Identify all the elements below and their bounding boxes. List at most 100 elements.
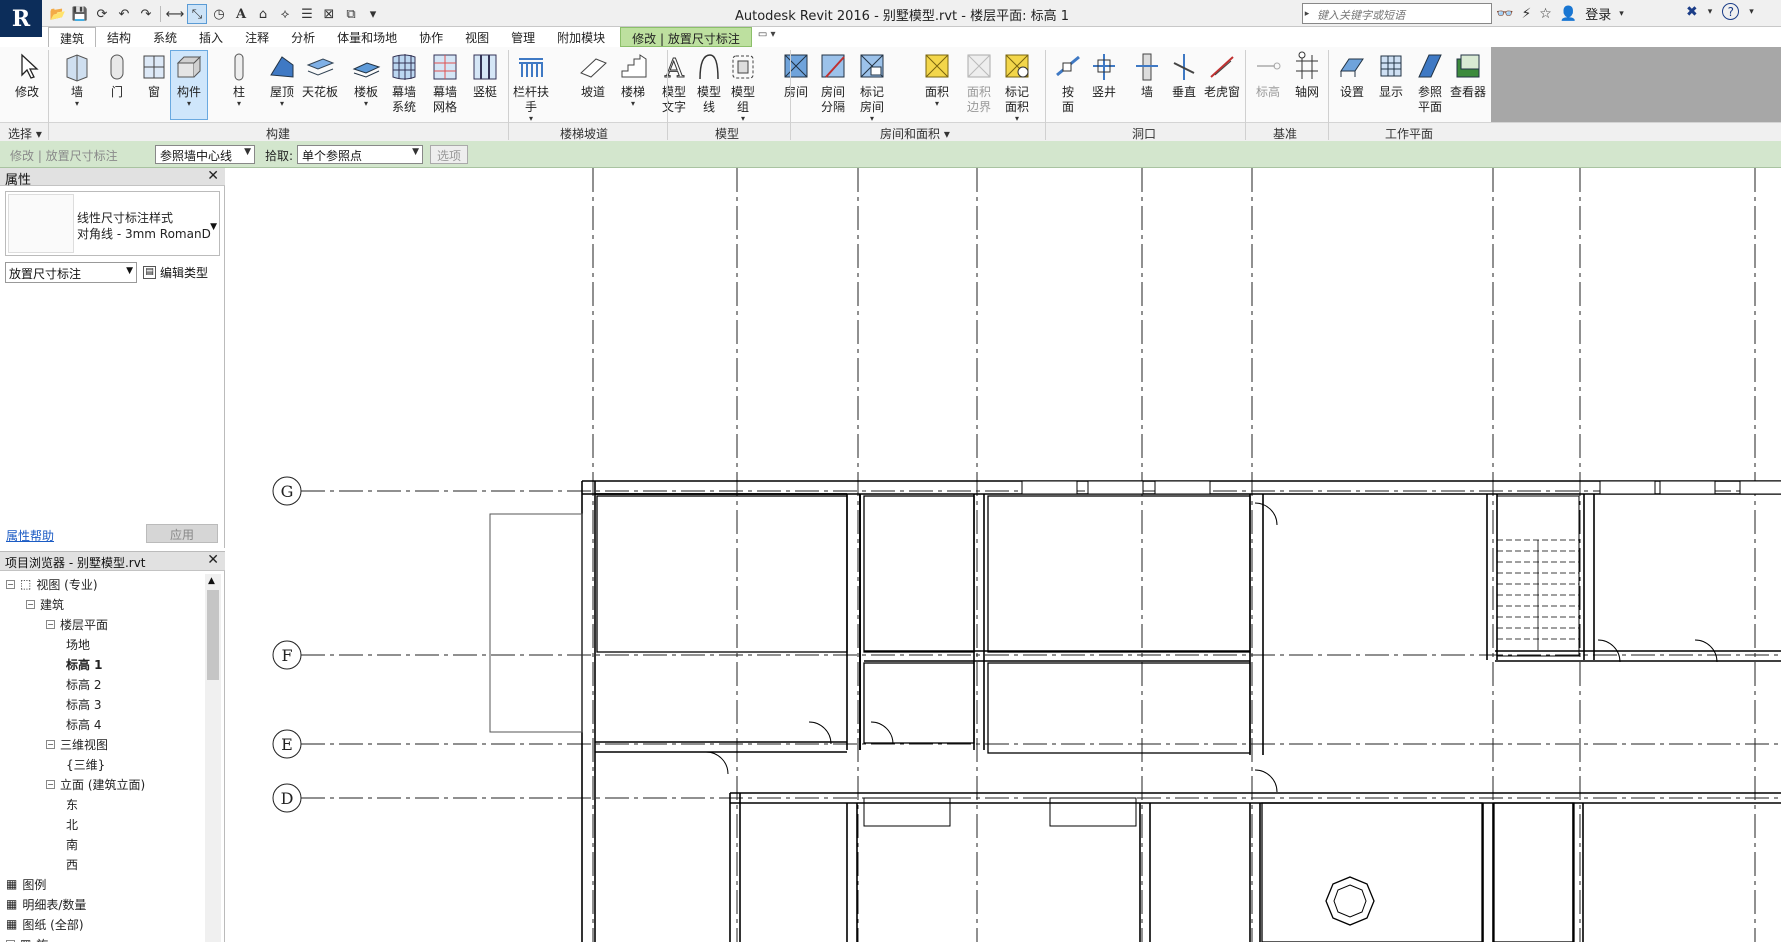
ribbon-button-4[interactable]: 构件 ▾ <box>170 50 208 120</box>
browser-item[interactable]: 标高 2 <box>66 674 101 694</box>
binoculars-icon[interactable]: 👓 <box>1496 6 1513 22</box>
browser-item[interactable]: − ⬚ 视图 (专业) <box>6 574 98 594</box>
collapse-icon[interactable]: − <box>6 579 15 589</box>
help-icon[interactable]: ? <box>1722 3 1740 20</box>
ribbon-button-27[interactable]: 垂直 <box>1165 51 1203 100</box>
panel-label-4[interactable]: 房间和面积 ▾ <box>880 125 950 142</box>
ribbon-button-3[interactable]: 窗 <box>135 51 173 100</box>
ribbon-button-15[interactable]: A 模型 文字 <box>655 51 693 115</box>
panel-label-1[interactable]: 构建 <box>266 125 290 142</box>
close-hidden-icon[interactable]: ⊠ <box>319 4 339 24</box>
browser-item[interactable]: − 楼层平面 <box>46 614 108 634</box>
scroll-up-icon[interactable]: ▲ <box>208 576 215 586</box>
options-button[interactable]: 选项 <box>430 145 469 164</box>
browser-item[interactable]: 南 <box>66 834 78 854</box>
ribbon-button-32[interactable]: 显示 <box>1372 51 1410 100</box>
ribbon-button-20[interactable]: 标记 房间 ▾ <box>853 51 891 123</box>
browser-item[interactable]: 场地 <box>66 634 90 654</box>
ribbon-button-13[interactable]: 坡道 <box>574 51 612 100</box>
panel-label-7[interactable]: 工作平面 <box>1385 125 1433 142</box>
ribbon-button-21[interactable]: 面积 ▾ <box>918 51 956 108</box>
favorites-icon[interactable]: ☆ <box>1539 6 1552 22</box>
properties-help-link[interactable]: 属性帮助 <box>6 527 54 544</box>
ribbon-button-22[interactable]: 面积 边界 <box>960 51 998 115</box>
login-dropdown-icon[interactable]: ▾ <box>1619 9 1624 19</box>
browser-item[interactable]: ▦ 图例 <box>6 874 46 894</box>
panel-label-2[interactable]: 楼梯坡道 <box>560 125 608 142</box>
help-dropdown-icon[interactable]: ▾ <box>1749 7 1754 17</box>
browser-item[interactable]: 东 <box>66 794 78 814</box>
default-3d-icon[interactable]: ⌂ <box>253 4 273 24</box>
tab-2[interactable]: 系统 <box>142 27 188 47</box>
collapse-icon[interactable]: − <box>46 619 55 629</box>
tab-8[interactable]: 视图 <box>454 27 500 47</box>
application-menu-button[interactable]: R <box>0 0 42 37</box>
subscription-icon[interactable]: ⚡ <box>1521 6 1531 22</box>
ribbon-button-18[interactable]: 房间 <box>777 51 815 100</box>
tab-4[interactable]: 注释 <box>234 27 280 47</box>
ribbon-button-0[interactable]: 修改 <box>8 51 46 100</box>
collapse-icon[interactable]: − <box>46 779 55 789</box>
dropdown-icon[interactable]: ▾ <box>1708 7 1713 17</box>
collapse-icon[interactable]: − <box>26 599 35 609</box>
ribbon-minimize-icon[interactable]: ▭ ▾ <box>752 27 782 47</box>
open-icon[interactable]: 📂 <box>48 4 68 24</box>
switch-windows-icon[interactable]: ⧉ <box>341 4 361 24</box>
browser-item[interactable]: 北 <box>66 814 78 834</box>
ribbon-button-12[interactable]: 栏杆扶手 ▾ <box>512 51 550 123</box>
undo-icon[interactable]: ↶ <box>114 4 134 24</box>
search-expand-icon[interactable]: ▸ <box>1302 3 1312 24</box>
ribbon-button-2[interactable]: 门 <box>98 51 136 100</box>
ribbon-button-30[interactable]: 轴网 <box>1288 51 1326 100</box>
floor-plan-drawing[interactable]: G F E D <box>226 168 1781 942</box>
pick-select[interactable]: 单个参照点 ▼ <box>297 145 423 164</box>
ribbon-button-5[interactable]: 柱 ▾ <box>220 51 258 108</box>
tag-icon[interactable]: ◷ <box>209 4 229 24</box>
ribbon-button-31[interactable]: 设置 <box>1333 51 1371 100</box>
tab-0[interactable]: 建筑 <box>48 27 97 47</box>
browser-item[interactable]: 标高 1 <box>66 654 103 674</box>
apply-button[interactable]: 应用 <box>146 524 218 543</box>
browser-item[interactable]: ▦ 明细表/数量 <box>6 894 86 914</box>
ribbon-button-23[interactable]: 标记 面积 ▾ <box>998 51 1036 123</box>
ribbon-button-33[interactable]: 参照 平面 <box>1411 51 1449 115</box>
tab-10[interactable]: 附加模块 <box>546 27 616 47</box>
browser-item[interactable]: − 三维视图 <box>46 734 108 754</box>
ribbon-button-6[interactable]: 屋顶 ▾ <box>263 51 301 108</box>
ribbon-button-8[interactable]: 楼板 ▾ <box>347 51 385 108</box>
save-icon[interactable]: 💾 <box>70 4 90 24</box>
panel-label-0[interactable]: 选择 ▾ <box>8 125 42 142</box>
ribbon-button-14[interactable]: 楼梯 ▾ <box>614 51 652 108</box>
browser-item[interactable]: 西 <box>66 854 78 874</box>
ribbon-button-17[interactable]: 模型 组 ▾ <box>724 51 762 123</box>
tab-1[interactable]: 结构 <box>96 27 142 47</box>
edit-type-button[interactable]: ▤ 编辑类型 <box>143 264 208 281</box>
redo-icon[interactable]: ↷ <box>136 4 156 24</box>
thin-lines-icon[interactable]: ☰ <box>297 4 317 24</box>
measure-icon[interactable]: ⟷ <box>165 4 185 24</box>
tab-9[interactable]: 管理 <box>500 27 546 47</box>
qat-menu-icon[interactable]: ▾ <box>363 4 383 24</box>
tab-3[interactable]: 插入 <box>188 27 234 47</box>
drawing-canvas[interactable]: G F E D <box>226 168 1781 942</box>
ribbon-button-10[interactable]: 幕墙 网格 <box>426 51 464 115</box>
browser-item[interactable]: {三维} <box>66 754 105 774</box>
section-icon[interactable]: ⟡ <box>275 4 295 24</box>
aligned-dimension-icon[interactable]: ⤡ <box>187 4 207 24</box>
panel-label-3[interactable]: 模型 <box>715 125 739 142</box>
browser-item[interactable]: 标高 3 <box>66 694 101 714</box>
user-icon[interactable]: 👤 <box>1560 6 1577 22</box>
ribbon-button-29[interactable]: 标高 <box>1249 51 1287 100</box>
ribbon-button-7[interactable]: 天花板 <box>301 51 339 100</box>
ribbon-button-24[interactable]: 按 面 <box>1049 51 1087 115</box>
tab-7[interactable]: 协作 <box>408 27 454 47</box>
browser-item[interactable]: 标高 4 <box>66 714 101 734</box>
ribbon-button-9[interactable]: 幕墙 系统 <box>385 51 423 115</box>
collapse-icon[interactable]: − <box>46 739 55 749</box>
browser-item[interactable]: − 建筑 <box>26 594 64 614</box>
ribbon-button-28[interactable]: 老虎窗 <box>1203 51 1241 100</box>
tab-6[interactable]: 体量和场地 <box>326 27 408 47</box>
exchange-apps-icon[interactable]: ✖ <box>1686 4 1698 20</box>
panel-label-6[interactable]: 基准 <box>1273 125 1297 142</box>
type-selector[interactable]: 线性尺寸标注样式 对角线 - 3mm RomanD ▼ <box>5 191 220 256</box>
